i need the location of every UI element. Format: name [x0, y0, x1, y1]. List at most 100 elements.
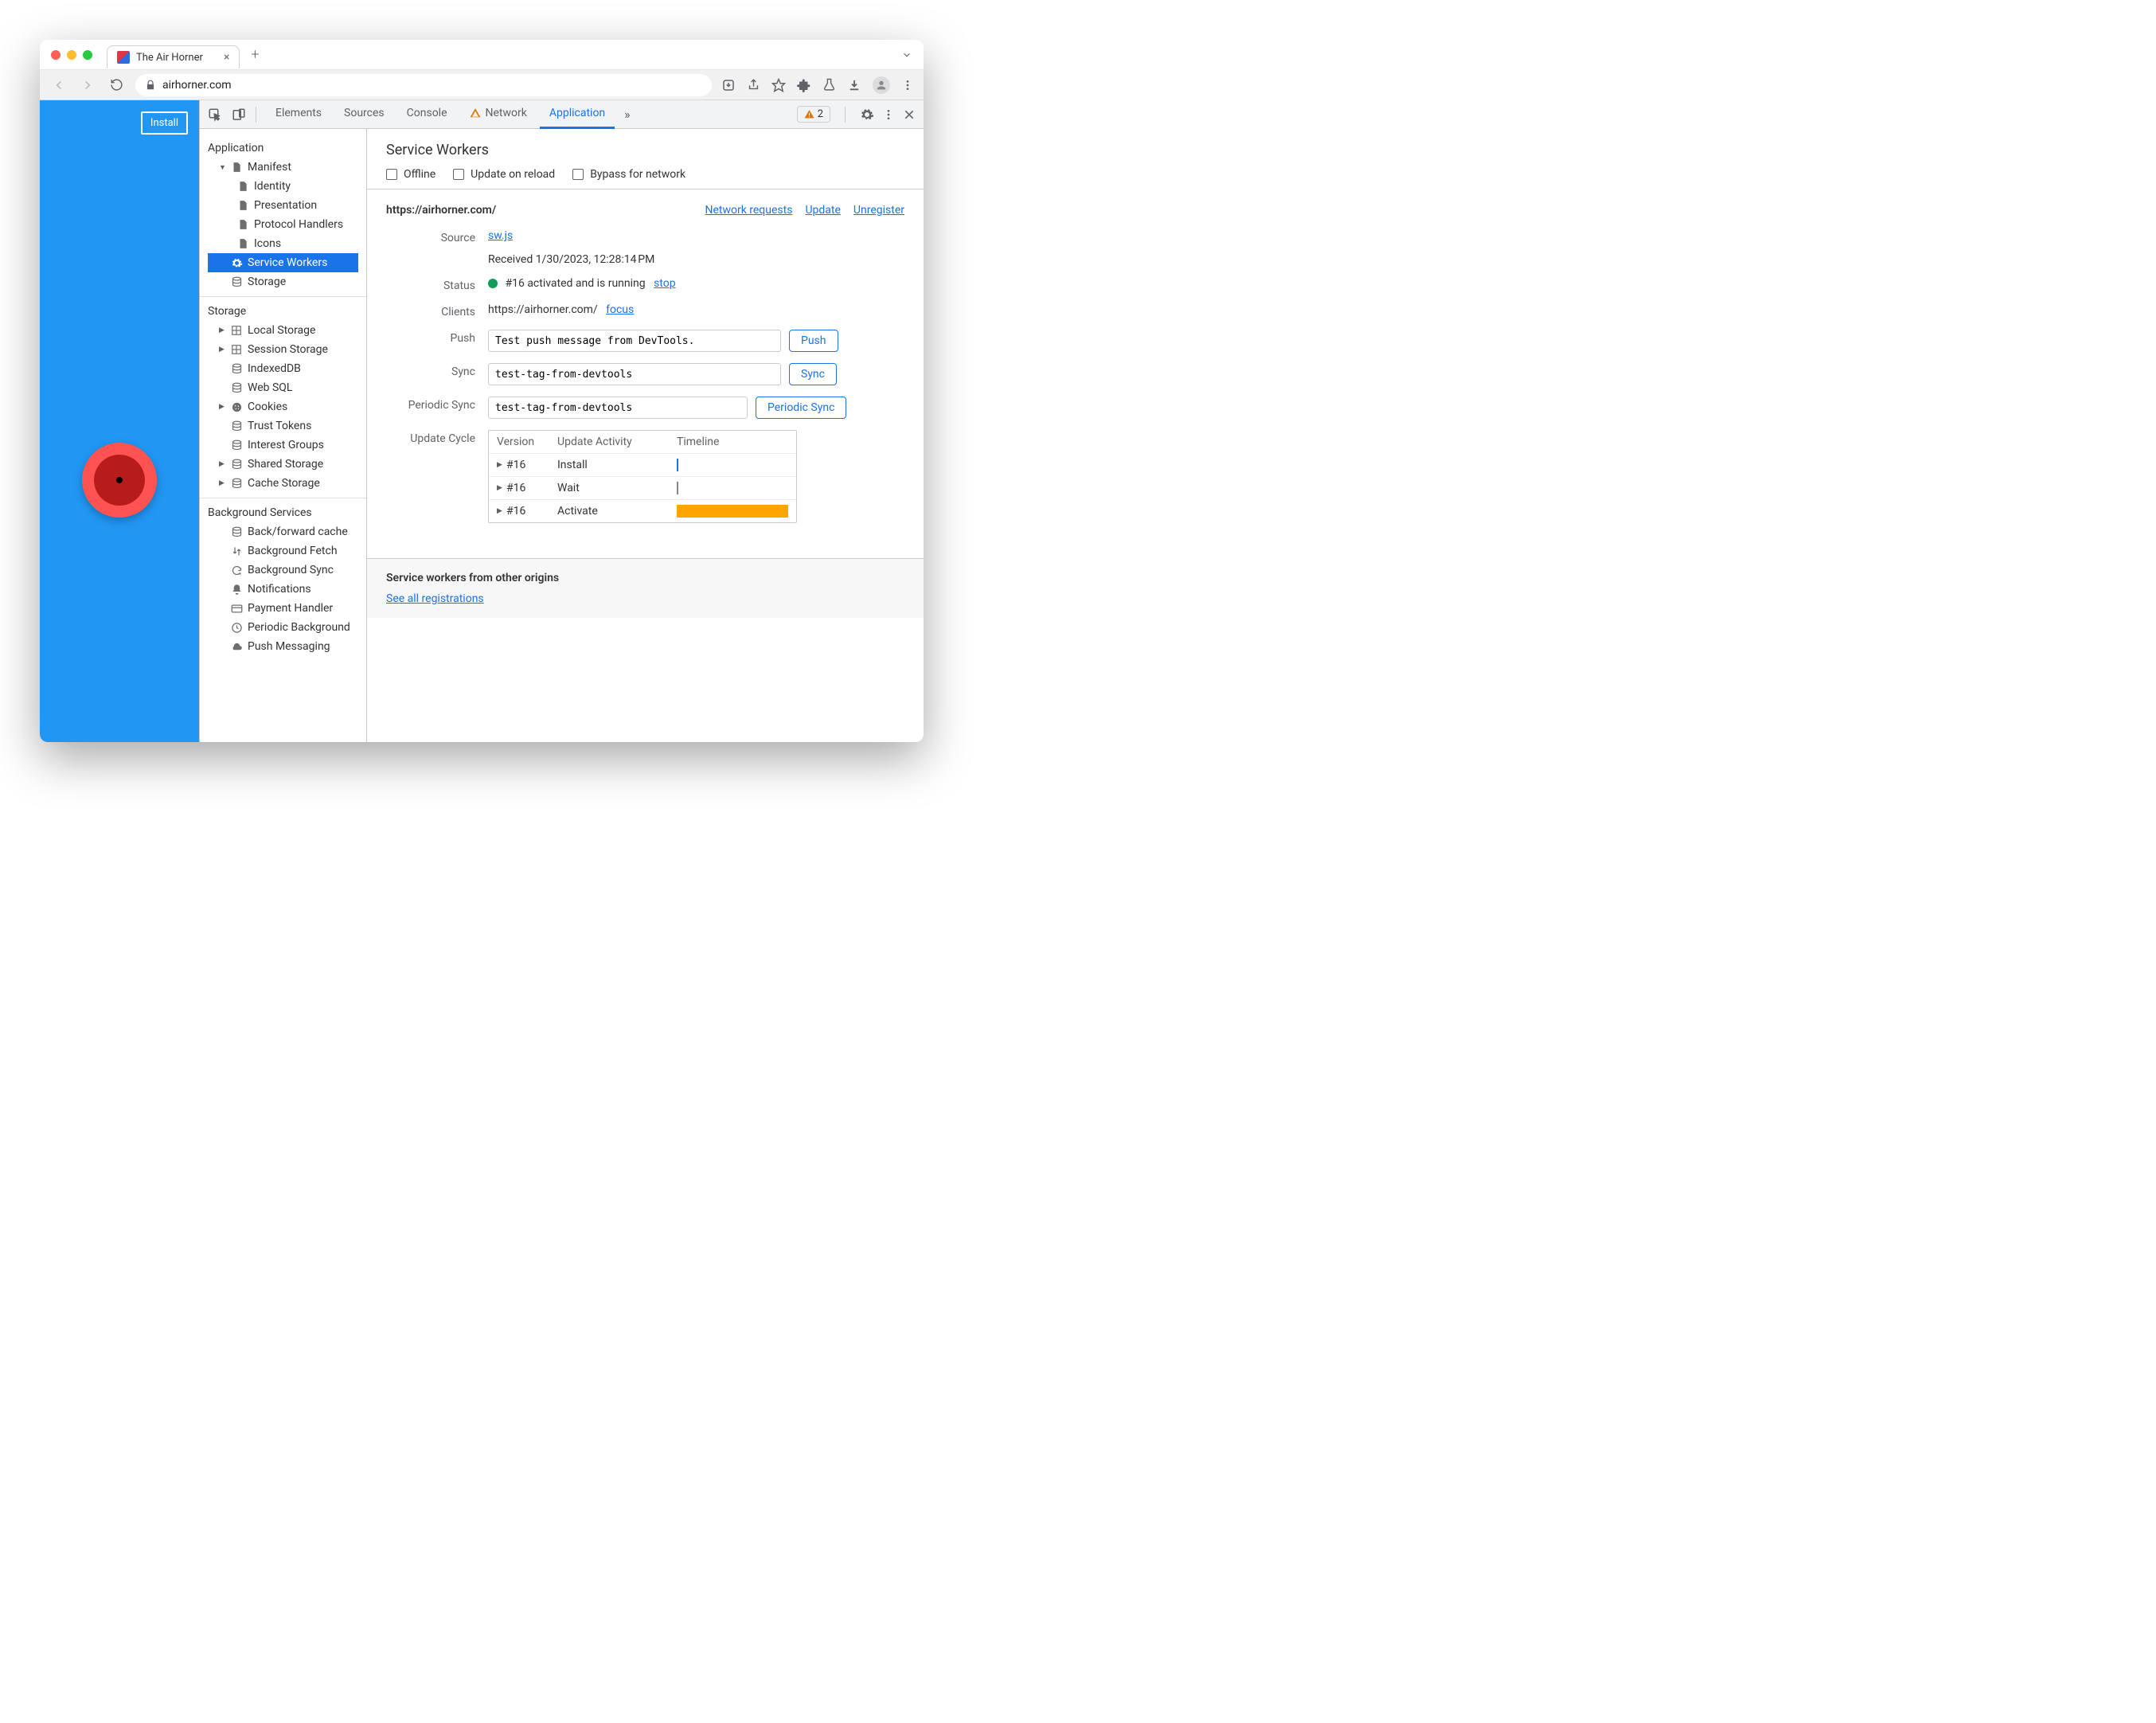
bypass-network-checkbox[interactable]: Bypass for network — [572, 168, 685, 181]
sync-button[interactable]: Sync — [789, 363, 837, 385]
sidebar-item-session-storage[interactable]: ▶Session Storage — [208, 340, 358, 359]
source-label: Source — [386, 229, 488, 244]
tab-sources[interactable]: Sources — [334, 100, 394, 129]
tab-elements[interactable]: Elements — [266, 100, 331, 129]
database-icon — [230, 381, 243, 394]
favicon-icon — [117, 51, 130, 64]
address-bar[interactable]: airhorner.com — [135, 74, 712, 96]
push-input[interactable] — [488, 330, 781, 352]
maximize-window-button[interactable] — [83, 50, 92, 60]
tab-title: The Air Horner — [136, 52, 203, 64]
service-workers-panel: Service Workers Offline Update on reload… — [367, 129, 924, 742]
sidebar-item-bgfetch[interactable]: Background Fetch — [208, 541, 358, 561]
sidebar-item-manifest[interactable]: ▼Manifest — [208, 158, 358, 177]
client-url: https://airhorner.com/ — [488, 303, 598, 316]
cycle-row-wait[interactable]: ▶#16 Wait — [489, 476, 796, 499]
sidebar-item-bfcache[interactable]: Back/forward cache — [208, 522, 358, 541]
profile-avatar[interactable] — [873, 76, 890, 94]
browser-tab[interactable]: The Air Horner × — [107, 45, 240, 68]
sidebar-item-indexeddb[interactable]: IndexedDB — [208, 359, 358, 378]
install-app-icon[interactable] — [721, 78, 736, 92]
inspect-icon[interactable] — [208, 107, 222, 122]
close-window-button[interactable] — [51, 50, 61, 60]
sidebar-item-shared-storage[interactable]: ▶Shared Storage — [208, 455, 358, 474]
cycle-row-install[interactable]: ▶#16 Install — [489, 453, 796, 476]
horn-button[interactable] — [82, 443, 157, 518]
col-timeline: Timeline — [677, 436, 788, 448]
unregister-link[interactable]: Unregister — [853, 204, 904, 217]
status-label: Status — [386, 277, 488, 292]
sidebar-item-protocol[interactable]: Protocol Handlers — [208, 215, 358, 234]
back-button[interactable] — [49, 76, 68, 95]
source-file-link[interactable]: sw.js — [488, 229, 513, 242]
sidebar-item-presentation[interactable]: Presentation — [208, 196, 358, 215]
sidebar-item-storage[interactable]: Storage — [208, 272, 358, 291]
close-tab-button[interactable]: × — [224, 51, 229, 64]
update-reload-checkbox[interactable]: Update on reload — [453, 168, 555, 181]
update-link[interactable]: Update — [805, 204, 840, 217]
periodic-sync-input[interactable] — [488, 397, 748, 419]
sync-input[interactable] — [488, 363, 781, 385]
push-button[interactable]: Push — [789, 330, 838, 352]
panel-title: Service Workers — [386, 142, 904, 158]
sidebar-item-notifications[interactable]: Notifications — [208, 580, 358, 599]
sidebar-item-cookies[interactable]: ▶Cookies — [208, 397, 358, 416]
status-indicator-icon — [488, 279, 498, 288]
network-requests-link[interactable]: Network requests — [705, 204, 792, 217]
sidebar-item-identity[interactable]: Identity — [208, 177, 358, 196]
database-icon — [230, 275, 243, 288]
device-toggle-icon[interactable] — [232, 107, 246, 122]
cycle-row-activate[interactable]: ▶#16 Activate — [489, 499, 796, 522]
reload-button[interactable] — [107, 76, 126, 95]
database-icon — [230, 458, 243, 471]
tab-application[interactable]: Application — [540, 100, 615, 129]
chevron-down-icon[interactable] — [901, 49, 912, 61]
sidebar-item-periodic-bg[interactable]: Periodic Background — [208, 618, 358, 637]
close-devtools-button[interactable] — [903, 108, 916, 121]
devtools-toolbar: Elements Sources Console Network Applica… — [200, 100, 924, 129]
offline-checkbox[interactable]: Offline — [386, 168, 435, 181]
tab-network[interactable]: Network — [460, 100, 537, 129]
settings-icon[interactable] — [860, 107, 874, 122]
url-text: airhorner.com — [162, 79, 232, 92]
url-bar: airhorner.com — [40, 70, 924, 100]
tab-console[interactable]: Console — [397, 100, 457, 129]
see-all-registrations-link[interactable]: See all registrations — [386, 592, 484, 605]
share-icon[interactable] — [747, 78, 760, 92]
kebab-menu-icon[interactable] — [882, 108, 895, 121]
menu-icon[interactable] — [901, 79, 914, 92]
forward-button[interactable] — [78, 76, 97, 95]
extensions-icon[interactable] — [797, 78, 811, 92]
minimize-window-button[interactable] — [67, 50, 76, 60]
sidebar-item-websql[interactable]: Web SQL — [208, 378, 358, 397]
sidebar-item-interest-groups[interactable]: Interest Groups — [208, 436, 358, 455]
new-tab-button[interactable]: + — [251, 46, 259, 63]
application-sidebar: Application ▼Manifest Identity Presentat… — [200, 129, 367, 742]
labs-icon[interactable] — [822, 78, 836, 92]
warnings-badge[interactable]: 2 — [797, 106, 830, 123]
sidebar-item-push[interactable]: Push Messaging — [208, 637, 358, 656]
bell-icon — [230, 583, 243, 596]
install-button[interactable]: Install — [141, 111, 188, 135]
downloads-icon[interactable] — [847, 78, 861, 92]
cookie-icon — [230, 400, 243, 413]
more-tabs-button[interactable]: » — [618, 107, 637, 122]
sidebar-item-icons[interactable]: Icons — [208, 234, 358, 253]
bookmark-icon[interactable] — [771, 78, 786, 92]
sidebar-item-bgsync[interactable]: Background Sync — [208, 561, 358, 580]
sidebar-item-cache-storage[interactable]: ▶Cache Storage — [208, 474, 358, 493]
sync-label: Sync — [386, 363, 488, 378]
sidebar-item-local-storage[interactable]: ▶Local Storage — [208, 321, 358, 340]
focus-link[interactable]: focus — [606, 303, 634, 316]
clients-label: Clients — [386, 303, 488, 318]
file-icon — [236, 237, 249, 250]
stop-link[interactable]: stop — [654, 277, 676, 290]
cloud-icon — [230, 640, 243, 653]
database-icon — [230, 420, 243, 432]
sidebar-item-service-workers[interactable]: Service Workers — [208, 253, 358, 272]
sidebar-item-trust-tokens[interactable]: Trust Tokens — [208, 416, 358, 436]
toolbar-icons — [721, 76, 914, 94]
periodic-sync-button[interactable]: Periodic Sync — [756, 397, 846, 419]
database-icon — [230, 525, 243, 538]
sidebar-item-payment[interactable]: Payment Handler — [208, 599, 358, 618]
